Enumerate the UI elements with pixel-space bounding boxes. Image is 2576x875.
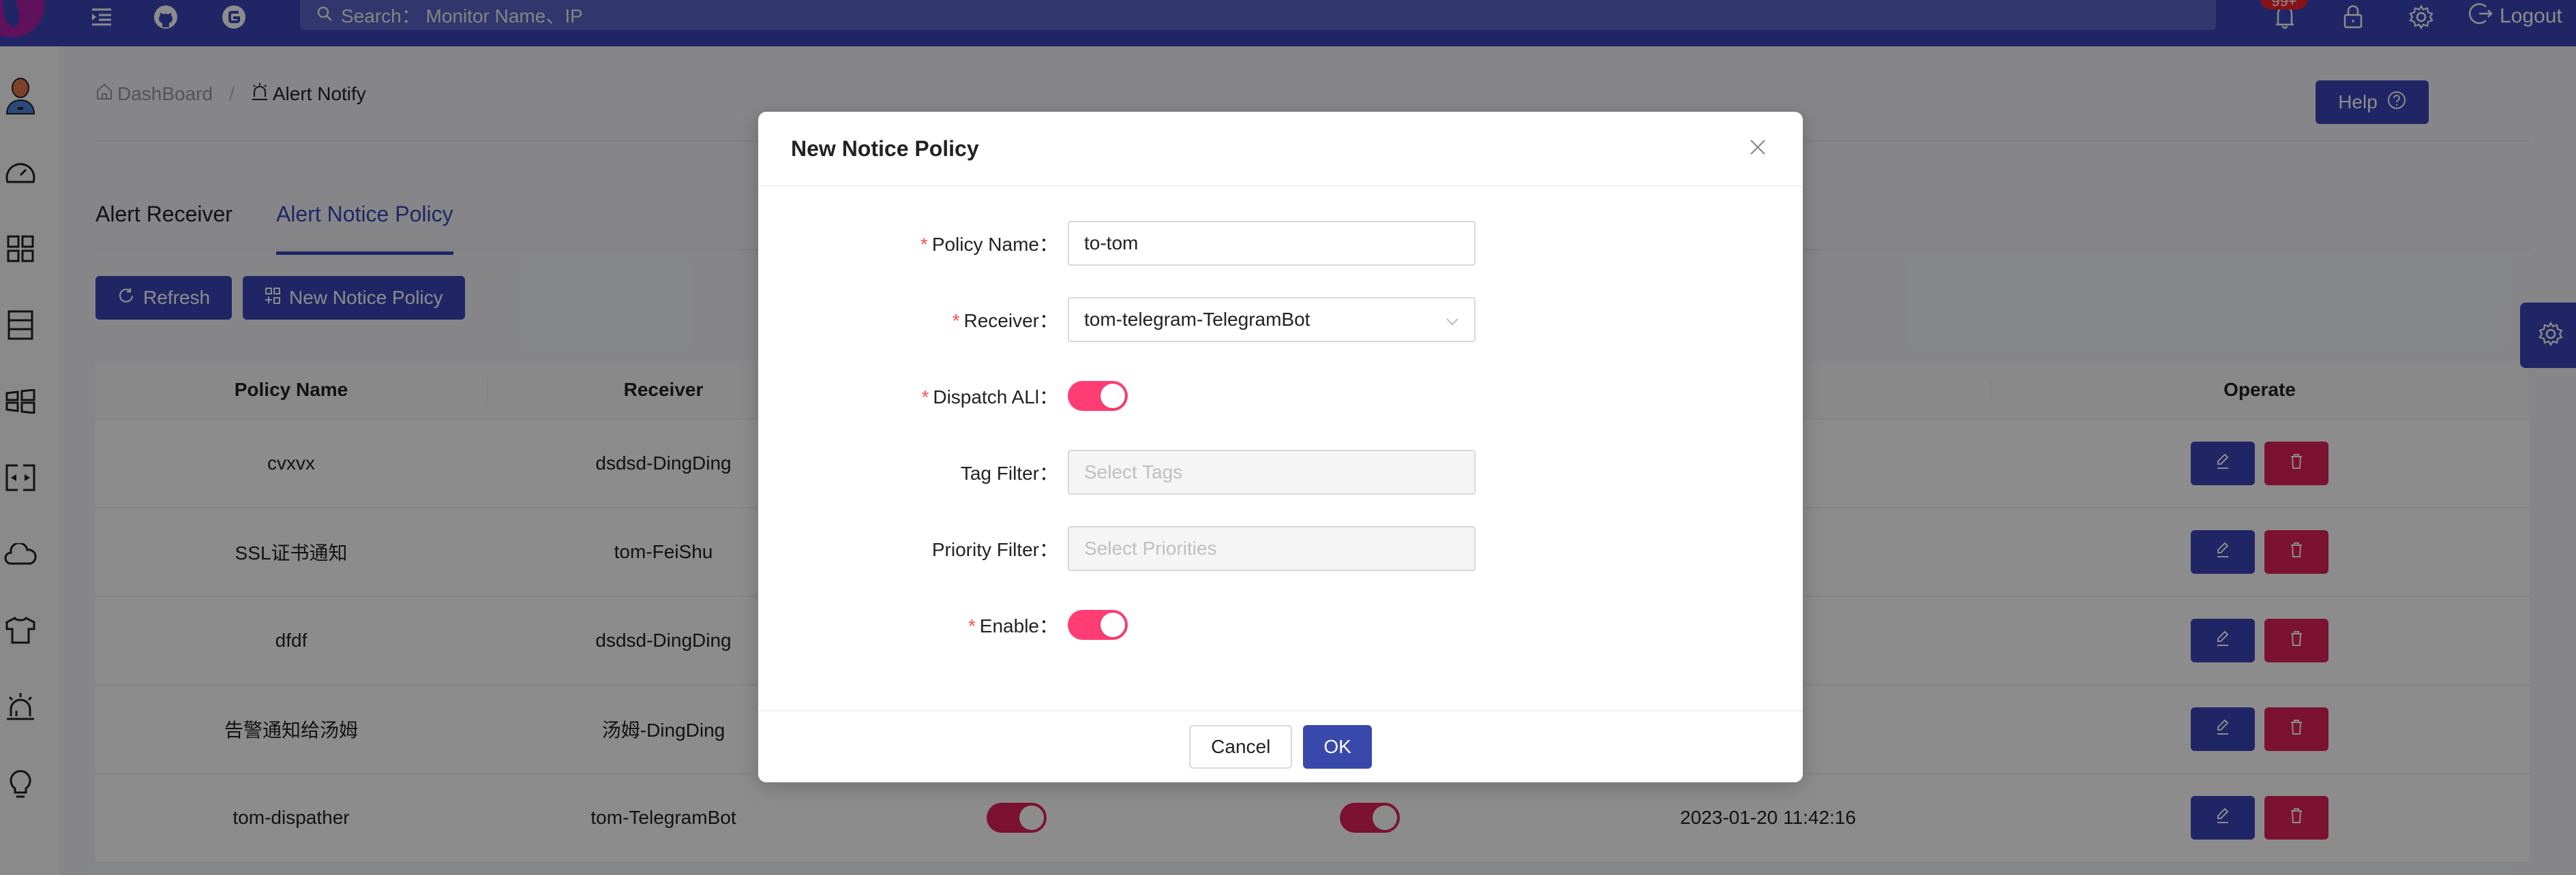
modal-header: New Notice Policy xyxy=(758,112,1803,187)
label-colon: ： xyxy=(1038,539,1058,560)
label-colon: ： xyxy=(1038,386,1058,408)
tag-filter-placeholder: Select Tags xyxy=(1084,461,1183,482)
policy-name-value: to-tom xyxy=(1084,232,1139,254)
priority-filter-label: Priority Filter： xyxy=(758,535,1068,562)
field-dispatch-all: * Dispatch ALl： xyxy=(758,373,1803,418)
receiver-value: tom-telegram-TelegramBot xyxy=(1084,309,1311,330)
required-mark: * xyxy=(921,386,929,408)
ok-button[interactable]: OK xyxy=(1303,725,1372,769)
field-policy-name: * Policy Name： to-tom xyxy=(758,221,1803,266)
modal-footer: Cancel OK xyxy=(758,710,1803,782)
receiver-label: * Receiver： xyxy=(758,306,1068,333)
policy-name-label-text: Policy Name xyxy=(931,234,1039,255)
priority-filter-placeholder: Select Priorities xyxy=(1084,538,1217,559)
dispatch-all-label: * Dispatch ALl： xyxy=(758,382,1068,410)
enable-label: * Enable： xyxy=(758,611,1068,639)
label-colon: ： xyxy=(1038,310,1058,331)
priority-filter-select[interactable]: Select Priorities xyxy=(1068,526,1476,571)
tag-filter-select[interactable]: Select Tags xyxy=(1068,450,1476,495)
policy-name-input[interactable]: to-tom xyxy=(1068,221,1476,266)
enable-label-text: Enable xyxy=(979,615,1039,636)
required-mark: * xyxy=(968,615,976,636)
label-colon: ： xyxy=(1038,463,1058,484)
receiver-label-text: Receiver xyxy=(963,310,1039,331)
required-mark: * xyxy=(952,310,960,331)
field-tag-filter: Tag Filter： Select Tags xyxy=(758,450,1803,495)
chevron-down-icon xyxy=(1446,309,1459,331)
cancel-button[interactable]: Cancel xyxy=(1189,725,1293,769)
field-priority-filter: Priority Filter： Select Priorities xyxy=(758,526,1803,571)
field-enable: * Enable： xyxy=(758,602,1803,647)
priority-filter-label-text: Priority Filter xyxy=(931,539,1039,560)
label-colon: ： xyxy=(1038,615,1058,636)
field-receiver: * Receiver： tom-telegram-TelegramBot xyxy=(758,297,1803,342)
tag-filter-label: Tag Filter： xyxy=(758,459,1068,486)
enable-switch[interactable] xyxy=(1068,610,1128,640)
tag-filter-label-text: Tag Filter xyxy=(960,463,1039,484)
dispatch-all-label-text: Dispatch ALl xyxy=(933,386,1039,408)
receiver-select[interactable]: tom-telegram-TelegramBot xyxy=(1068,297,1476,342)
dispatch-all-switch[interactable] xyxy=(1068,381,1128,411)
close-icon xyxy=(1749,138,1767,159)
close-button[interactable] xyxy=(1744,135,1771,162)
modal-title: New Notice Policy xyxy=(791,136,979,161)
policy-name-label: * Policy Name： xyxy=(758,230,1068,257)
new-notice-policy-modal: New Notice Policy * Policy Name： to-tom *… xyxy=(758,112,1803,782)
label-colon: ： xyxy=(1038,234,1058,255)
required-mark: * xyxy=(920,234,928,255)
